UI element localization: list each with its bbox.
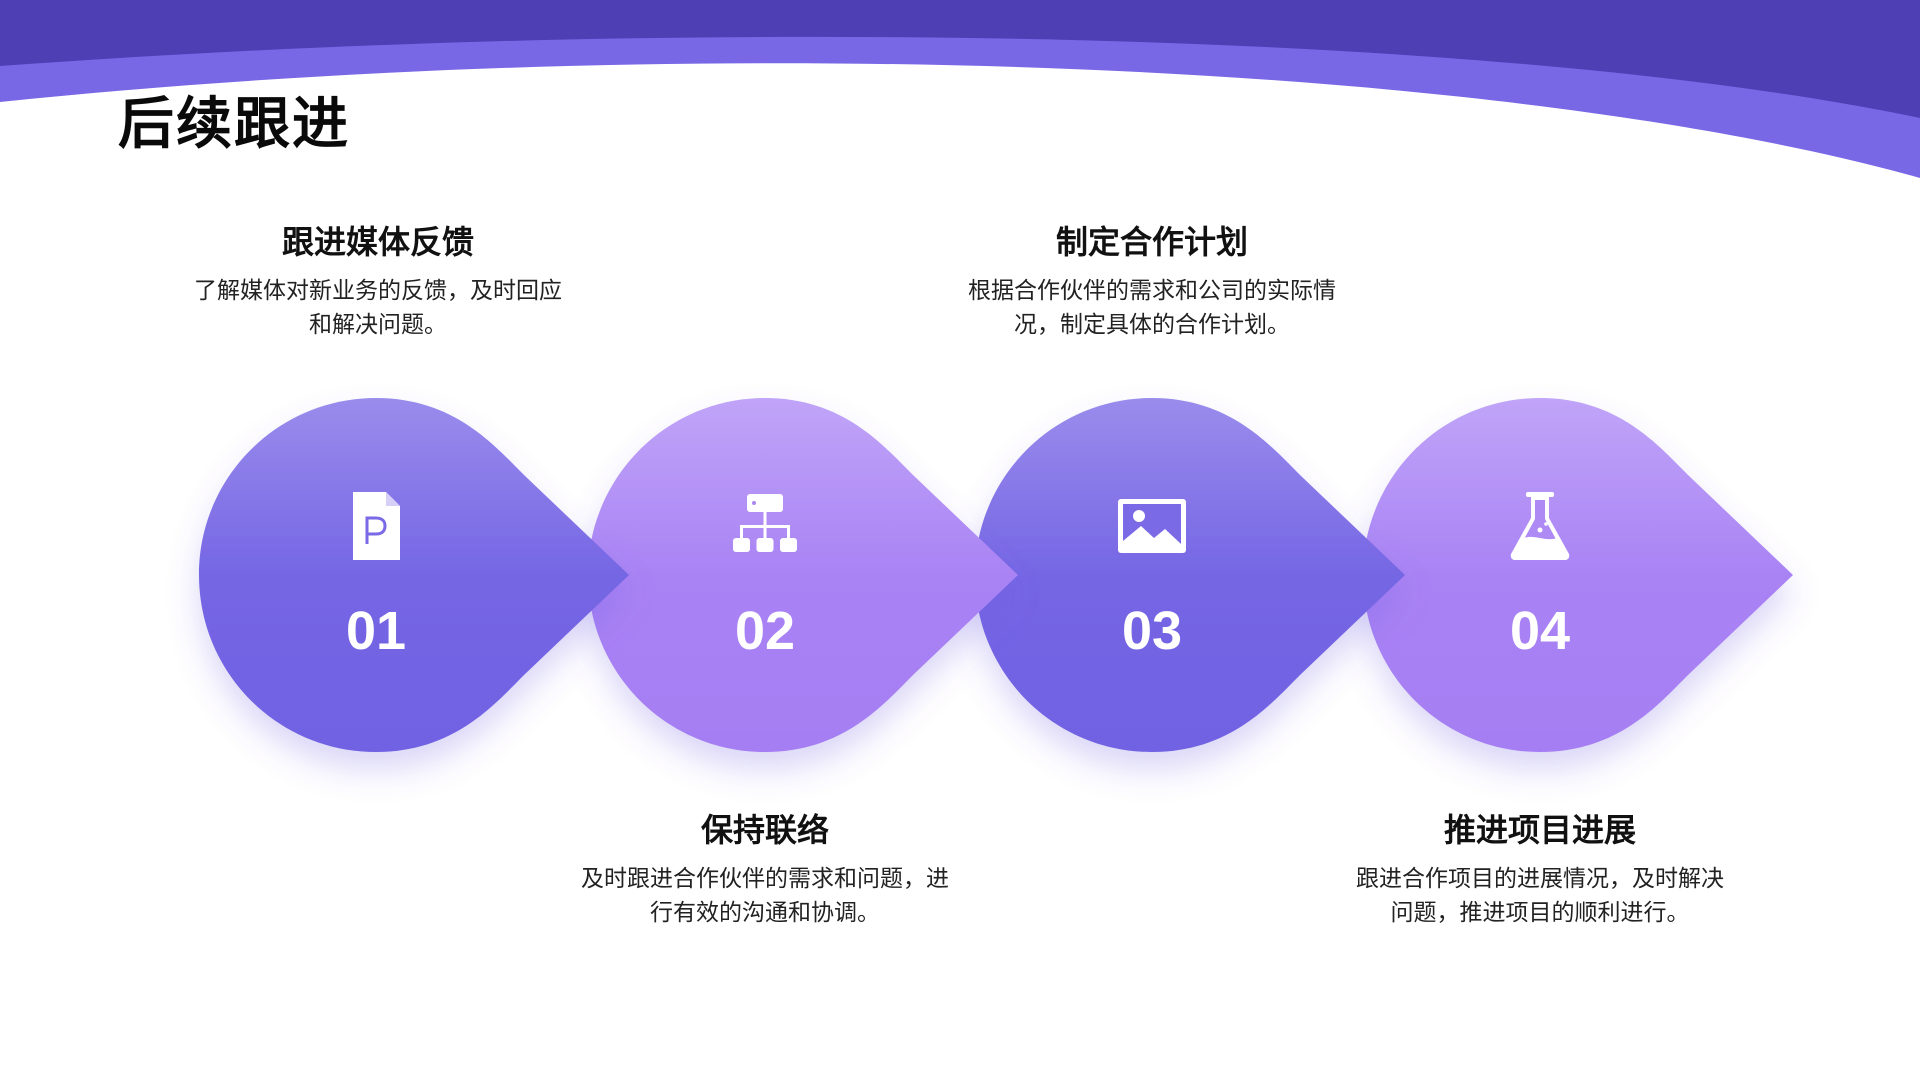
step-description-2: 及时跟进合作伙伴的需求和问题，进行有效的沟通和协调。 bbox=[581, 866, 949, 926]
step-caption-2: 保持联络 及时跟进合作伙伴的需求和问题，进行有效的沟通和协调。 bbox=[555, 808, 975, 930]
step-title-4: 推进项目进展 bbox=[1443, 811, 1636, 849]
powerpoint-file-icon bbox=[353, 492, 400, 560]
step-shape-3 bbox=[975, 398, 1405, 752]
step-number-3: 03 bbox=[1121, 601, 1183, 661]
step-description-4: 跟进合作项目的进展情况，及时解决问题，推进项目的顺利进行。 bbox=[1356, 866, 1724, 926]
step-caption-4: 推进项目进展 跟进合作项目的进展情况，及时解决问题，推进项目的顺利进行。 bbox=[1330, 808, 1750, 930]
slide: 后续跟进 01 02 03 04 跟进媒体反馈 了解媒体对新业务的反馈，及时回应… bbox=[0, 0, 1920, 1080]
sitemap-icon bbox=[733, 494, 797, 552]
step-description-1: 了解媒体对新业务的反馈，及时回应和解决问题。 bbox=[194, 278, 562, 338]
step-shape-1 bbox=[199, 398, 629, 752]
step-description-3: 根据合作伙伴的需求和公司的实际情况，制定具体的合作计划。 bbox=[968, 278, 1336, 338]
step-shape-4 bbox=[1363, 398, 1793, 752]
step-title-3: 制定合作计划 bbox=[1055, 223, 1248, 261]
step-number-1: 01 bbox=[345, 601, 407, 661]
step-caption-1: 跟进媒体反馈 了解媒体对新业务的反馈，及时回应和解决问题。 bbox=[168, 220, 588, 342]
step-caption-3: 制定合作计划 根据合作伙伴的需求和公司的实际情况，制定具体的合作计划。 bbox=[942, 220, 1362, 342]
image-icon bbox=[1118, 499, 1186, 553]
step-number-4: 04 bbox=[1509, 601, 1571, 661]
flask-icon bbox=[1510, 492, 1570, 560]
step-shape-2 bbox=[588, 398, 1018, 752]
step-title-2: 保持联络 bbox=[700, 811, 829, 849]
step-title-1: 跟进媒体反馈 bbox=[281, 223, 474, 261]
step-number-2: 02 bbox=[734, 601, 796, 661]
